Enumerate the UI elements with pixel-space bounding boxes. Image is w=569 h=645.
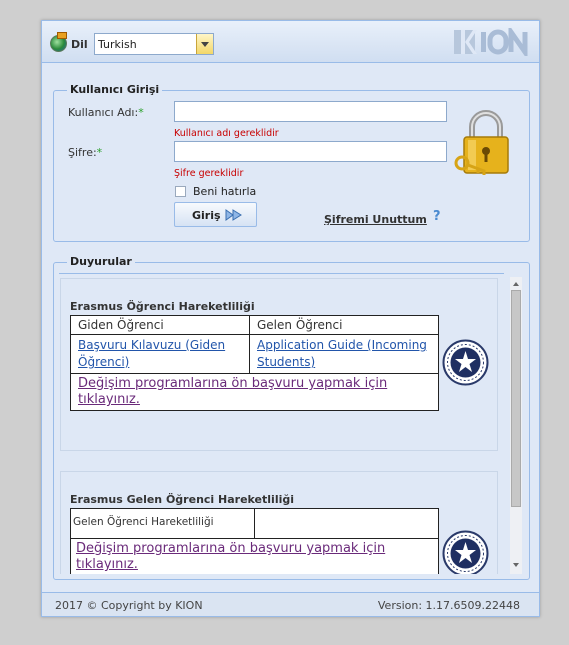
language-flag-icon	[57, 32, 67, 39]
forgot-password-link[interactable]: Şifremi Unuttum	[324, 213, 427, 226]
incoming-mobility-header: Gelen Öğrenci Hareketliliği	[73, 516, 214, 528]
login-window: Dil Turkish Kullanıcı Girişi Kullanıcı A…	[41, 20, 540, 617]
help-icon[interactable]: ?	[433, 209, 445, 225]
announcements-scrollbar[interactable]	[510, 277, 522, 574]
announcement-title: Erasmus Öğrenci Hareketliliği	[70, 300, 255, 313]
announcement-panel: Erasmus Gelen Öğrenci Hareketliliği Gele…	[60, 471, 498, 574]
table-cell: Gelen Öğrenci Hareketliliği	[70, 508, 255, 539]
announcements-divider	[59, 273, 504, 274]
language-select-value: Turkish	[98, 38, 137, 51]
table-cell: Başvuru Kılavuzu (Giden Öğrenci)	[70, 334, 250, 374]
username-error: Kullanıcı adı gereklidir	[174, 128, 279, 139]
login-button[interactable]: Giriş	[174, 202, 257, 227]
login-fieldset: Kullanıcı Girişi Kullanıcı Adı:* Kullanı…	[53, 83, 530, 242]
announcement-table: Gelen Öğrenci Hareketliliği Değişim prog…	[70, 508, 439, 574]
arrow-right-icon	[225, 209, 242, 221]
outgoing-guide-link[interactable]: Başvuru Kılavuzu (Giden Öğrenci)	[78, 338, 225, 369]
incoming-guide-link[interactable]: Application Guide (Incoming Students)	[257, 338, 427, 369]
password-error: Şifre gereklidir	[174, 168, 244, 179]
preapplication-link[interactable]: Değişim programlarına ön başvuru yapmak …	[76, 541, 385, 572]
announcement-table: Giden Öğrenci Gelen Öğrenci Başvuru Kıla…	[70, 315, 439, 411]
language-select[interactable]: Turkish	[94, 33, 214, 55]
language-label: Dil	[71, 38, 88, 51]
table-row: Değişim programlarına ön başvuru yapmak …	[70, 538, 439, 574]
scroll-up-icon[interactable]	[513, 282, 519, 286]
remember-me-label: Beni hatırla	[193, 185, 257, 198]
lock-key-icon	[454, 110, 509, 175]
table-header-cell: Giden Öğrenci	[70, 315, 250, 335]
copyright-text: 2017 © Copyright by KION	[55, 599, 203, 612]
announcements-fieldset: Duyurular Erasmus Öğrenci Hareketliliği …	[53, 255, 530, 580]
password-field[interactable]	[174, 141, 447, 162]
table-cell: Application Guide (Incoming Students)	[249, 334, 439, 374]
announcement-title: Erasmus Gelen Öğrenci Hareketliliği	[70, 493, 295, 506]
announcement-panel: Erasmus Öğrenci Hareketliliği Giden Öğre…	[60, 278, 498, 451]
scroll-down-icon[interactable]	[513, 563, 519, 567]
table-header-cell: Gelen Öğrenci	[249, 315, 439, 335]
status-bar: 2017 © Copyright by KION Version: 1.17.6…	[42, 592, 539, 616]
table-row: Giden Öğrenci Gelen Öğrenci	[70, 315, 439, 335]
university-seal-icon	[442, 530, 489, 574]
table-row: Başvuru Kılavuzu (Giden Öğrenci) Applica…	[70, 334, 439, 374]
username-field[interactable]	[174, 101, 447, 122]
scrollbar-thumb[interactable]	[511, 290, 521, 507]
version-text: Version: 1.17.6509.22448	[377, 599, 520, 612]
table-row: Değişim programlarına ön başvuru yapmak …	[70, 373, 439, 411]
university-seal-icon	[442, 339, 489, 386]
remember-me-checkbox[interactable]	[175, 186, 186, 197]
outgoing-student-header: Giden Öğrenci	[78, 318, 164, 332]
login-button-label: Giriş	[192, 209, 221, 222]
kion-logo	[454, 28, 528, 56]
language-toolbar: Dil Turkish	[42, 21, 539, 63]
announcements-legend: Duyurular	[67, 255, 135, 268]
login-legend: Kullanıcı Girişi	[67, 83, 163, 96]
table-row: Gelen Öğrenci Hareketliliği	[70, 508, 439, 539]
chevron-down-icon[interactable]	[196, 34, 213, 54]
password-label: Şifre:*	[68, 146, 103, 159]
username-label: Kullanıcı Adı:*	[68, 106, 144, 119]
table-cell: Değişim programlarına ön başvuru yapmak …	[70, 538, 439, 574]
table-cell	[254, 508, 439, 539]
preapplication-link[interactable]: Değişim programlarına ön başvuru yapmak …	[78, 376, 387, 407]
announcements-scroll-area[interactable]: Erasmus Öğrenci Hareketliliği Giden Öğre…	[60, 277, 522, 574]
incoming-student-header: Gelen Öğrenci	[257, 318, 343, 332]
table-cell: Değişim programlarına ön başvuru yapmak …	[70, 373, 439, 411]
